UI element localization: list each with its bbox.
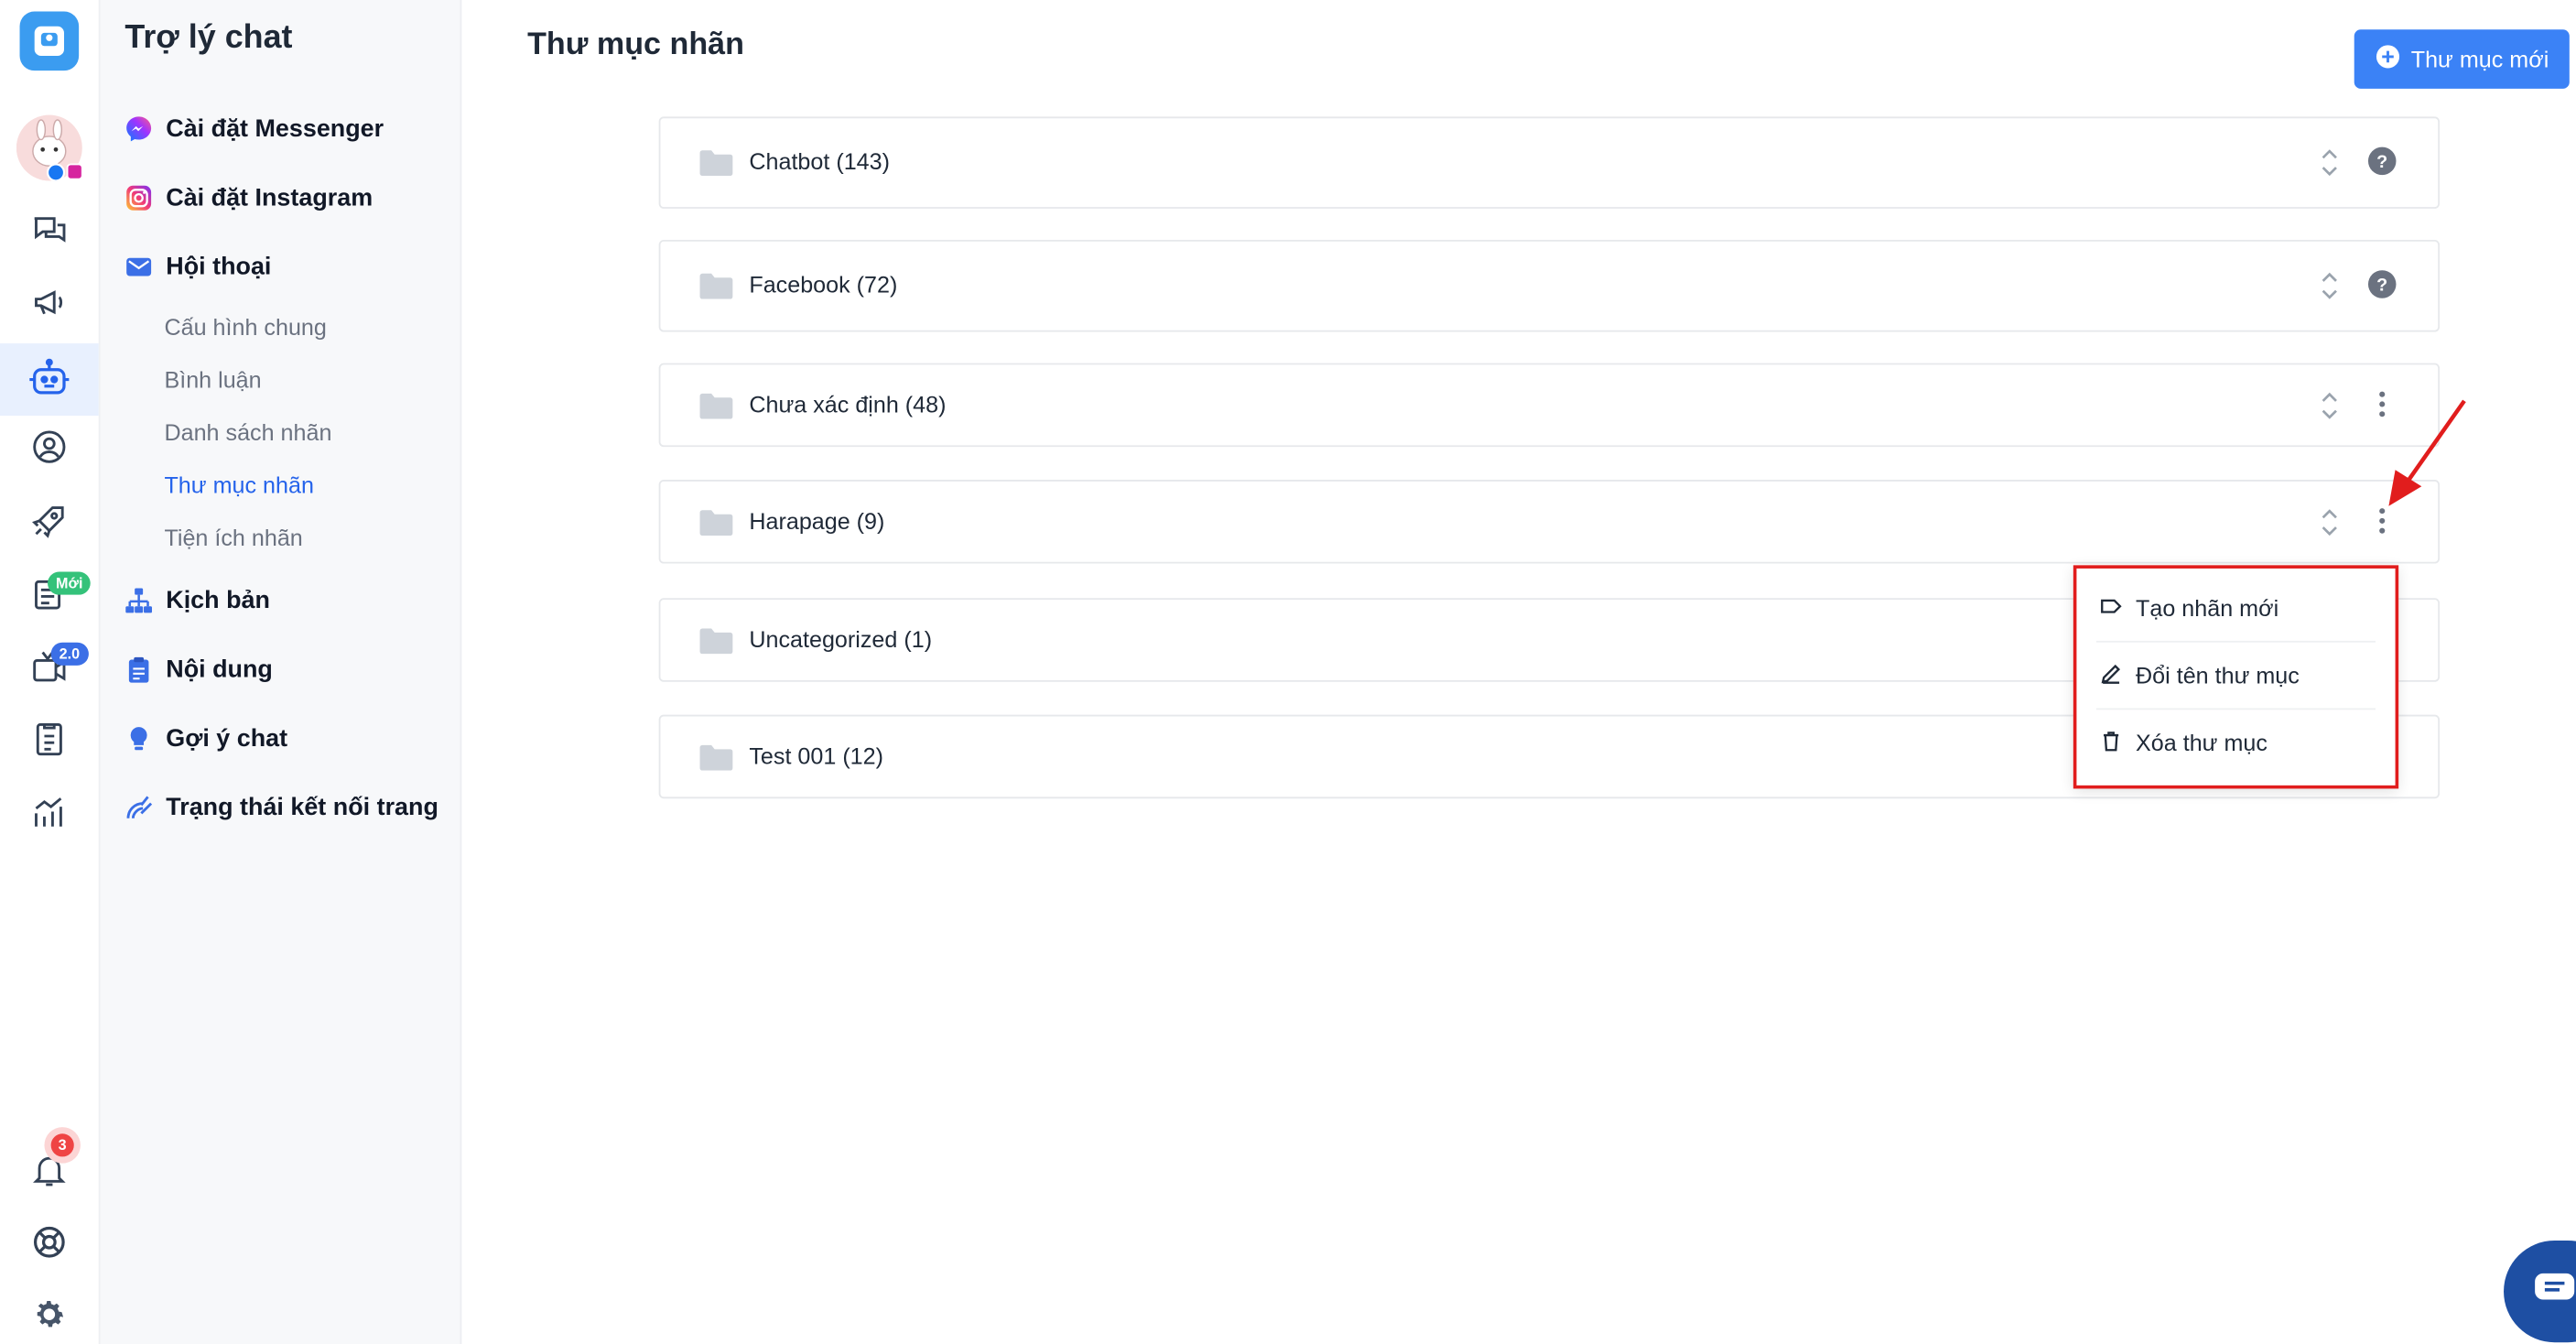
- folder-context-menu: Tạo nhãn mới Đổi tên thư mục Xóa thư mục: [2073, 565, 2399, 789]
- menu-item-rename-folder[interactable]: Đổi tên thư mục: [2100, 645, 2373, 705]
- reorder-handle-icon[interactable]: [2313, 145, 2346, 180]
- menu-item-create-label[interactable]: Tạo nhãn mới: [2100, 579, 2373, 638]
- menu-item-label: Tạo nhãn mới: [2136, 594, 2279, 622]
- sidebar-item-label: Trạng thái kết nối trang: [166, 792, 438, 821]
- tag-icon: [2100, 594, 2123, 623]
- bell-icon[interactable]: [0, 1137, 99, 1203]
- rocket-icon[interactable]: [0, 488, 99, 554]
- reorder-handle-icon[interactable]: [2313, 388, 2346, 424]
- customer-icon[interactable]: [0, 414, 99, 480]
- help-icon[interactable]: ?: [2363, 265, 2402, 304]
- megaphone-icon[interactable]: [0, 269, 99, 335]
- annotation-arrow-icon: [2388, 399, 2466, 506]
- menu-item-delete-folder[interactable]: Xóa thư mục: [2100, 713, 2373, 773]
- folder-icon: [699, 393, 733, 419]
- pencil-icon: [2100, 661, 2123, 689]
- page-title: Thư mục nhãn: [527, 27, 744, 63]
- plus-circle-icon: [2375, 44, 2399, 73]
- folder-label: Chưa xác định (48): [749, 391, 947, 417]
- folder-row[interactable]: Chưa xác định (48): [658, 363, 2441, 448]
- sidebar-item-label: Gợi ý chat: [166, 723, 288, 753]
- chatbot-icon[interactable]: [0, 343, 99, 417]
- chat-widget-button[interactable]: [2504, 1240, 2576, 1343]
- sidebar-item-page-connection-status[interactable]: Trạng thái kết nối trang: [124, 787, 438, 827]
- menu-divider: [2095, 708, 2376, 710]
- folder-icon: [699, 149, 733, 177]
- trash-icon: [2100, 729, 2123, 757]
- sidebar-subitem-label-list[interactable]: Danh sách nhãn: [164, 419, 331, 446]
- folder-row[interactable]: Chatbot (143) ?: [658, 116, 2441, 209]
- sidebar-item-scenario[interactable]: Kịch bản: [124, 580, 270, 620]
- mail-icon: [124, 252, 153, 280]
- settings-gear-icon[interactable]: [0, 1282, 99, 1344]
- reports-icon[interactable]: [0, 779, 99, 845]
- folder-icon: [699, 509, 733, 537]
- folder-label: Test 001 (12): [749, 742, 884, 769]
- version-badge: 2.0: [50, 642, 89, 666]
- folder-row[interactable]: Harapage (9): [658, 480, 2441, 564]
- menu-item-label: Đổi tên thư mục: [2136, 662, 2300, 688]
- sidebar-subitem-general-config[interactable]: Cấu hình chung: [164, 314, 326, 341]
- folder-icon: [699, 273, 733, 299]
- new-badge: Mới: [48, 571, 92, 595]
- sidebar-item-chat-suggestions[interactable]: Gợi ý chat: [124, 718, 287, 757]
- flow-icon: [124, 586, 153, 614]
- account-avatar[interactable]: [16, 114, 83, 182]
- svg-text:?: ?: [2376, 276, 2387, 296]
- sidebar-subitem-label-utilities[interactable]: Tiện ích nhãn: [164, 524, 302, 550]
- folder-label: Chatbot (143): [749, 147, 890, 175]
- sidebar-item-label: Cài đặt Instagram: [166, 183, 373, 211]
- new-folder-button[interactable]: Thư mục mới: [2354, 29, 2570, 89]
- sidebar-item-content[interactable]: Nội dung: [124, 649, 273, 688]
- sidebar-item-conversation[interactable]: Hội thoại: [124, 246, 271, 286]
- folder-label: Uncategorized (1): [749, 625, 933, 653]
- icon-rail: Mới 2.0 3: [0, 0, 101, 1344]
- folder-label: Harapage (9): [749, 507, 885, 535]
- sidebar-item-instagram[interactable]: Cài đặt Instagram: [124, 178, 373, 217]
- reorder-handle-icon[interactable]: [2313, 504, 2346, 540]
- bulb-icon: [124, 724, 153, 753]
- sidebar-item-label: Kịch bản: [166, 585, 270, 614]
- folder-label: Facebook (72): [749, 271, 898, 298]
- signal-icon: [124, 793, 153, 821]
- app-logo-icon[interactable]: [19, 11, 80, 71]
- messenger-icon: [124, 114, 153, 143]
- svg-text:?: ?: [2376, 152, 2387, 172]
- clipboard-icon: [124, 655, 153, 683]
- folder-icon: [699, 744, 733, 771]
- menu-item-label: Xóa thư mục: [2136, 729, 2268, 756]
- help-icon[interactable]: ?: [2363, 141, 2402, 180]
- folder-icon: [699, 628, 733, 655]
- lifebuoy-icon[interactable]: [0, 1209, 99, 1275]
- sidebar-subitem-label-folders[interactable]: Thư mục nhãn: [164, 471, 313, 498]
- sidebar-subitem-comments[interactable]: Bình luận: [164, 366, 261, 393]
- new-folder-button-label: Thư mục mới: [2410, 46, 2549, 72]
- folder-row[interactable]: Facebook (72) ?: [658, 240, 2441, 332]
- reorder-handle-icon[interactable]: [2313, 268, 2346, 304]
- orders-icon[interactable]: [0, 707, 99, 773]
- sidebar-item-label: Nội dung: [166, 655, 273, 683]
- sidebar-item-label: Hội thoại: [166, 252, 272, 280]
- menu-divider: [2095, 640, 2376, 643]
- sidebar-title: Trợ lý chat: [124, 19, 293, 57]
- chat-widget-icon: [2533, 1271, 2576, 1312]
- sidebar-item-label: Cài đặt Messenger: [166, 114, 384, 143]
- notification-count-badge: 3: [50, 1133, 74, 1157]
- sidebar-item-messenger[interactable]: Cài đặt Messenger: [124, 108, 384, 147]
- sidebar: Trợ lý chat Cài đặt Messenger Cài đặt In…: [100, 0, 462, 1344]
- instagram-icon: [124, 183, 153, 211]
- chat-bubbles-icon[interactable]: [0, 197, 99, 263]
